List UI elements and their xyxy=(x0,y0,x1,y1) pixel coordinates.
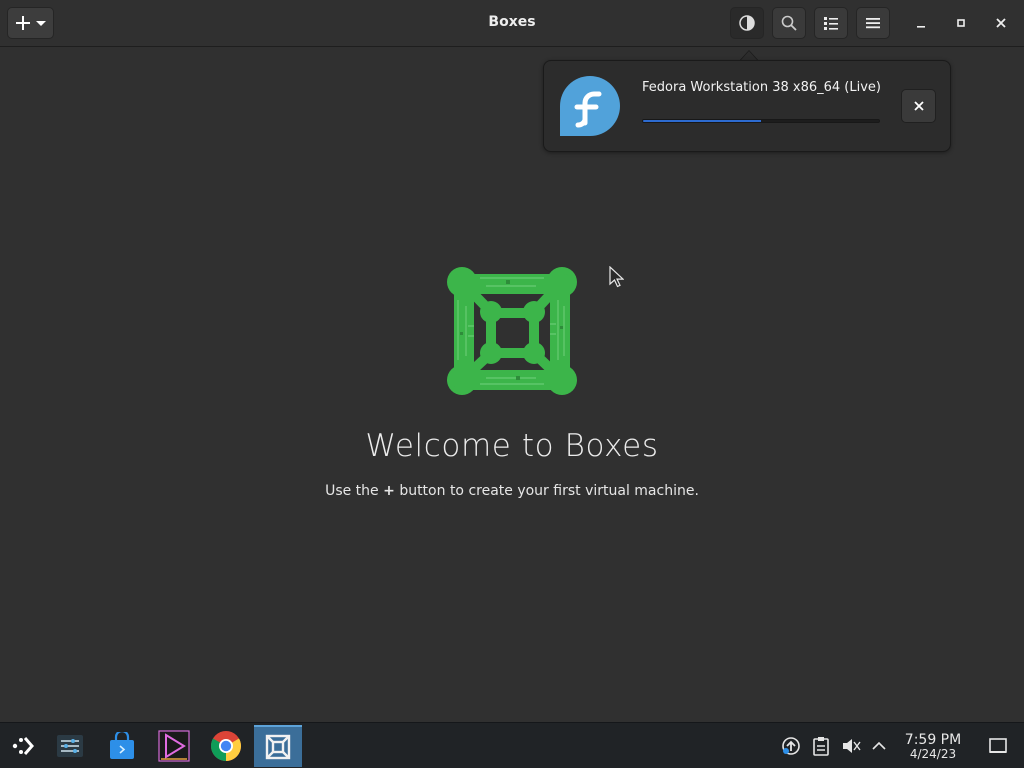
clipboard-tray-button[interactable] xyxy=(810,735,832,757)
tray-expand-icon xyxy=(872,741,886,750)
cancel-download-button[interactable] xyxy=(901,89,936,123)
subtitle-before: Use the xyxy=(325,483,379,499)
clock-time: 7:59 PM xyxy=(904,732,962,748)
welcome-subtitle: Use the + button to create your first vi… xyxy=(0,483,1024,499)
app-launcher-icon xyxy=(12,737,34,755)
taskbar-clock[interactable]: 7:59 PM 4/24/23 xyxy=(896,732,970,761)
search-button[interactable] xyxy=(772,7,806,39)
clipboard-icon xyxy=(813,737,829,756)
welcome-title: Welcome to Boxes xyxy=(365,428,659,464)
chrome-button[interactable] xyxy=(202,725,250,767)
plus-icon xyxy=(15,16,30,30)
media-player-button[interactable] xyxy=(150,725,198,767)
theme-toggle-icon xyxy=(739,15,755,31)
show-desktop-button[interactable] xyxy=(987,735,1009,757)
close-window-button[interactable] xyxy=(984,7,1018,39)
tray-expand-button[interactable] xyxy=(868,735,890,757)
volume-muted-icon xyxy=(843,739,861,753)
boxes-taskbar-button[interactable] xyxy=(254,725,302,767)
theme-toggle-button[interactable] xyxy=(730,7,764,39)
discover-store-button[interactable] xyxy=(98,725,146,767)
updates-tray-button[interactable] xyxy=(780,735,802,757)
discover-store-icon xyxy=(110,732,134,759)
download-popover: Fedora Workstation 38 x86_64 (Live) xyxy=(543,60,951,152)
clock-date: 4/24/23 xyxy=(909,747,957,761)
system-settings-icon xyxy=(57,735,83,757)
media-player-icon xyxy=(158,730,190,762)
updates-icon xyxy=(782,737,800,755)
header-bar: Boxes xyxy=(0,0,1024,47)
maximize-icon xyxy=(957,19,965,27)
chevron-down-icon xyxy=(35,21,46,26)
main-menu-icon xyxy=(866,18,880,29)
download-name: Fedora Workstation 38 x86_64 (Live) xyxy=(642,80,881,95)
fedora-logo-icon xyxy=(560,76,620,136)
taskbar xyxy=(0,722,1024,768)
volume-tray-button[interactable] xyxy=(840,735,862,757)
chrome-icon xyxy=(210,731,242,761)
subtitle-plus-symbol: + xyxy=(383,483,395,499)
list-view-button[interactable] xyxy=(814,7,848,39)
download-progress-bar xyxy=(642,119,880,123)
new-vm-button[interactable] xyxy=(7,7,54,39)
download-progress-fill xyxy=(643,120,761,122)
mouse-cursor-icon xyxy=(609,266,624,288)
app-launcher-button[interactable] xyxy=(0,725,48,767)
show-desktop-icon xyxy=(989,738,1007,753)
system-settings-button[interactable] xyxy=(46,725,94,767)
subtitle-after: button to create your first virtual mach… xyxy=(399,483,699,499)
maximize-button[interactable] xyxy=(944,7,978,39)
boxes-logo-icon xyxy=(447,267,577,395)
minimize-icon xyxy=(917,26,925,28)
boxes-icon xyxy=(265,734,291,760)
search-icon xyxy=(781,15,797,31)
close-icon xyxy=(996,18,1006,28)
main-menu-button[interactable] xyxy=(856,7,890,39)
close-icon xyxy=(913,101,924,111)
list-view-icon xyxy=(824,17,838,30)
minimize-button[interactable] xyxy=(904,7,938,39)
